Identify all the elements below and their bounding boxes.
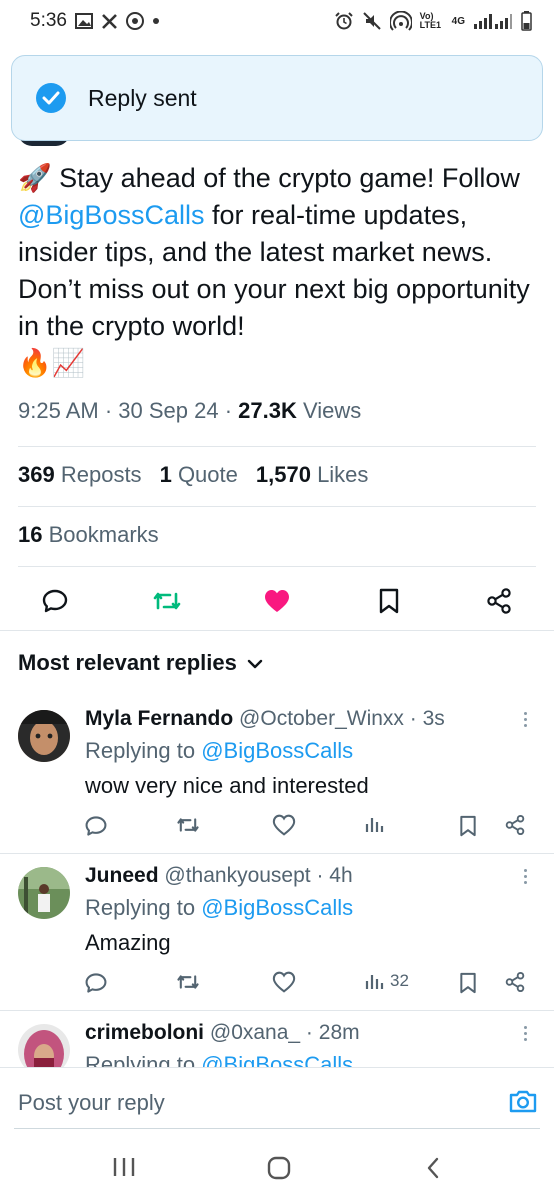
replying-to: Replying to @BigBossCalls xyxy=(85,895,354,920)
camera-icon[interactable] xyxy=(508,1088,538,1119)
back-icon[interactable] xyxy=(424,1156,442,1180)
tweet-stats: 369 Reposts 1 Quote 1,570 Likes xyxy=(18,462,368,488)
reply-text: Amazing xyxy=(85,930,171,955)
likes-stat[interactable]: 1,570 Likes xyxy=(256,462,369,488)
hotspot-icon xyxy=(389,11,412,31)
network-type-label: 4G xyxy=(451,15,465,27)
bookmarks-stat[interactable]: 16 Bookmarks xyxy=(18,522,159,548)
replying-to-mention[interactable]: @BigBossCalls xyxy=(201,738,353,763)
status-time: 5:36 xyxy=(30,10,67,31)
share-icon[interactable] xyxy=(484,586,514,616)
reply-author-handle[interactable]: @0xana_ xyxy=(210,1021,300,1044)
reply-input[interactable]: Post your reply xyxy=(18,1090,165,1116)
alarm-icon xyxy=(334,11,354,31)
home-icon[interactable] xyxy=(266,1156,292,1180)
more-options-icon[interactable] xyxy=(520,712,530,727)
reply-author-handle[interactable]: @October_Winxx xyxy=(239,707,404,730)
reply-time: 4h xyxy=(329,864,353,887)
signal-icon xyxy=(473,12,513,30)
share-icon[interactable] xyxy=(504,971,526,993)
reply-author-handle[interactable]: @thankyousept xyxy=(164,864,310,887)
reply-sent-toast: Reply sent xyxy=(11,55,543,141)
reply-author-name[interactable]: crimeboloni xyxy=(85,1021,204,1044)
reposts-stat[interactable]: 369 Reposts xyxy=(18,462,142,488)
fire-emoji: 🔥 xyxy=(18,348,52,378)
dot-icon xyxy=(152,17,160,25)
reply-item[interactable]: Myla Fernando @October_Winxx · 3s Replyi… xyxy=(0,690,554,850)
tweet-action-bar xyxy=(0,578,554,622)
avatar[interactable] xyxy=(18,1024,70,1067)
rocket-emoji: 🚀 xyxy=(18,163,52,193)
reply-text: wow very nice and interested xyxy=(85,773,369,798)
views-icon[interactable]: 32 xyxy=(364,971,409,991)
x-app-icon xyxy=(101,13,118,30)
tweet-text: 🚀 Stay ahead of the crypto game! Follow … xyxy=(18,160,543,382)
chrome-icon xyxy=(125,12,144,30)
replying-to: Replying to @BigBossCalls xyxy=(85,738,354,763)
views-icon[interactable] xyxy=(364,814,390,834)
gallery-icon xyxy=(74,13,93,29)
recent-apps-icon[interactable] xyxy=(112,1156,136,1178)
replying-to-mention[interactable]: @BigBossCalls xyxy=(201,895,353,920)
tweet-mention-link[interactable]: @BigBossCalls xyxy=(18,200,204,230)
avatar[interactable] xyxy=(18,710,70,762)
share-icon[interactable] xyxy=(504,814,526,836)
more-options-icon[interactable] xyxy=(520,1026,530,1041)
more-options-icon[interactable] xyxy=(520,869,530,884)
repost-icon[interactable] xyxy=(176,814,200,836)
reply-icon[interactable] xyxy=(40,586,70,616)
replies-sort-dropdown[interactable]: Most relevant replies xyxy=(18,650,263,676)
reply-time: 3s xyxy=(422,707,445,730)
chevron-down-icon xyxy=(247,650,263,676)
tweet-date: 30 Sep 24 xyxy=(118,398,219,423)
volte-label: Vo) LTE1 xyxy=(419,11,441,30)
like-heart-icon[interactable] xyxy=(272,971,296,993)
repost-icon[interactable] xyxy=(176,971,200,993)
reply-icon[interactable] xyxy=(84,814,108,838)
sort-label: Most relevant replies xyxy=(18,650,237,675)
bookmark-icon[interactable] xyxy=(374,586,404,616)
status-bar: 5:36 Vo) LTE1 4G xyxy=(0,0,554,42)
battery-icon xyxy=(521,11,532,31)
tweet-meta: 9:25 AM · 30 Sep 24 · 27.3K Views xyxy=(18,398,362,423)
reply-author-name[interactable]: Juneed xyxy=(85,864,159,887)
chart-emoji: 📈 xyxy=(51,348,86,378)
tweet-time: 9:25 AM xyxy=(18,398,99,423)
reply-icon[interactable] xyxy=(84,971,108,995)
reply-item[interactable]: crimeboloni @0xana_ · 28m Replying to @B… xyxy=(0,1004,554,1067)
system-nav-bar xyxy=(0,1140,554,1200)
reply-item[interactable]: Juneed @thankyousept · 4h Replying to @B… xyxy=(0,847,554,1007)
views-label[interactable]: Views xyxy=(303,398,361,423)
repost-icon[interactable] xyxy=(152,586,182,616)
bookmark-icon[interactable] xyxy=(458,971,478,995)
input-underline xyxy=(14,1128,540,1129)
mute-icon xyxy=(362,11,382,31)
divider xyxy=(18,446,536,447)
reply-views-count: 32 xyxy=(390,971,409,990)
divider xyxy=(0,630,554,631)
replying-to: Replying to @BigBossCalls xyxy=(85,1052,353,1067)
reply-header: Myla Fernando @October_Winxx · 3s xyxy=(85,707,445,730)
toast-message: Reply sent xyxy=(88,84,197,111)
tweet-text-pre: Stay ahead of the crypto game! Follow xyxy=(51,163,520,193)
reply-author-name[interactable]: Myla Fernando xyxy=(85,707,233,730)
like-heart-filled-icon[interactable] xyxy=(262,586,292,616)
views-count[interactable]: 27.3K xyxy=(238,398,297,423)
bookmark-icon[interactable] xyxy=(458,814,478,838)
check-circle-icon xyxy=(36,83,66,113)
reply-time: 28m xyxy=(318,1021,360,1044)
reply-composer: Post your reply xyxy=(0,1067,554,1137)
avatar[interactable] xyxy=(18,867,70,919)
replying-to-mention[interactable]: @BigBossCalls xyxy=(201,1052,353,1067)
quotes-stat[interactable]: 1 Quote xyxy=(160,462,238,488)
divider xyxy=(18,566,536,567)
reply-header: Juneed @thankyousept · 4h xyxy=(85,864,353,887)
divider xyxy=(18,506,536,507)
reply-header: crimeboloni @0xana_ · 28m xyxy=(85,1021,360,1044)
like-heart-icon[interactable] xyxy=(272,814,296,836)
